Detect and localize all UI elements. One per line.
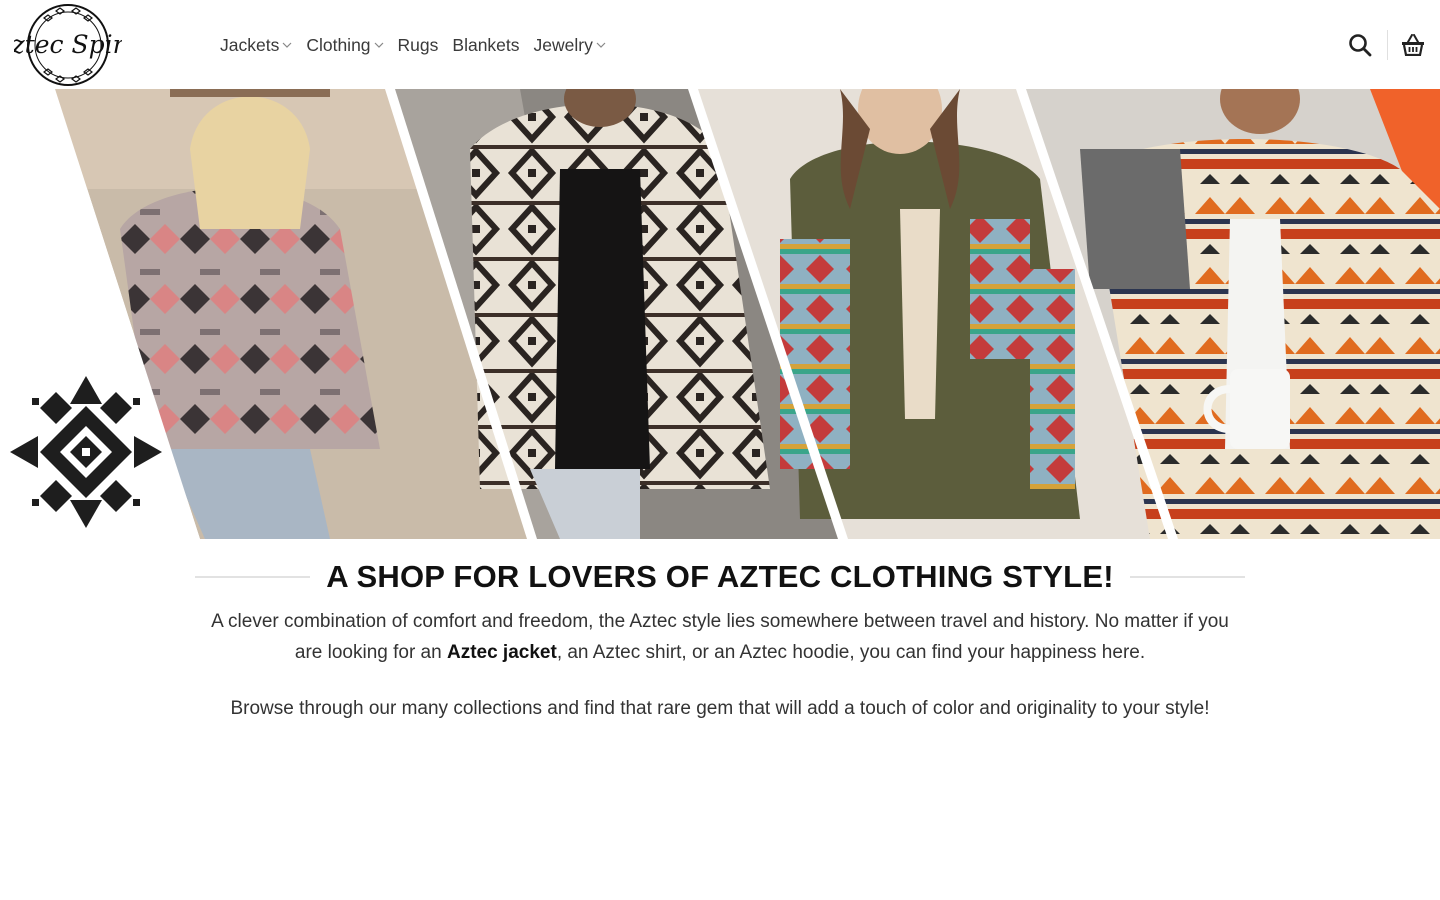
page-title: A SHOP FOR LOVERS OF AZTEC CLOTHING STYL…: [326, 559, 1114, 594]
cart-button[interactable]: [1400, 31, 1426, 59]
basket-icon: [1402, 34, 1424, 56]
nav-item-label: Jackets: [220, 34, 280, 55]
header-actions: [1347, 30, 1426, 60]
hero-banner: [0, 89, 1440, 539]
nav-item-label: Rugs: [397, 34, 439, 55]
nav-item-blankets[interactable]: Blankets: [452, 35, 519, 56]
title-divider-right: [1129, 576, 1246, 578]
aztec-spirit-logo-icon: Aztec Spirit: [14, 4, 122, 86]
search-icon: [1349, 34, 1372, 57]
aztec-star-ornament-icon: [10, 376, 162, 528]
hero-collage: [0, 89, 1440, 539]
nav-item-jewelry[interactable]: Jewelry: [534, 35, 606, 56]
chevron-down-icon: [596, 40, 606, 50]
search-button[interactable]: [1347, 31, 1373, 59]
intro-paragraph: A clever combination of comfort and free…: [195, 606, 1245, 668]
site-header: Aztec Spirit Jackets Clothing Rugs Blank…: [0, 0, 1440, 89]
title-divider-left: [195, 576, 311, 578]
logo-text: Aztec Spirit: [14, 30, 122, 59]
intro-text-after: , an Aztec shirt, or an Aztec hoodie, yo…: [556, 642, 1146, 663]
chevron-down-icon: [282, 40, 292, 50]
site-logo[interactable]: Aztec Spirit: [14, 2, 122, 88]
main-nav: Jackets Clothing Rugs Blankets Jewelry: [220, 34, 620, 56]
browse-paragraph: Browse through our many collections and …: [230, 698, 1210, 719]
nav-item-rugs[interactable]: Rugs: [398, 35, 439, 56]
aztec-jacket-link[interactable]: Aztec jacket: [447, 642, 557, 663]
chevron-down-icon: [374, 40, 384, 50]
nav-item-label: Jewelry: [533, 34, 593, 55]
intro-section: A SHOP FOR LOVERS OF AZTEC CLOTHING STYL…: [195, 559, 1246, 724]
header-divider: [1387, 30, 1388, 60]
title-row: A SHOP FOR LOVERS OF AZTEC CLOTHING STYL…: [195, 559, 1246, 594]
nav-item-jackets[interactable]: Jackets: [220, 35, 292, 56]
nav-item-clothing[interactable]: Clothing: [306, 35, 383, 56]
nav-item-label: Clothing: [306, 34, 371, 55]
nav-item-label: Blankets: [452, 34, 520, 55]
